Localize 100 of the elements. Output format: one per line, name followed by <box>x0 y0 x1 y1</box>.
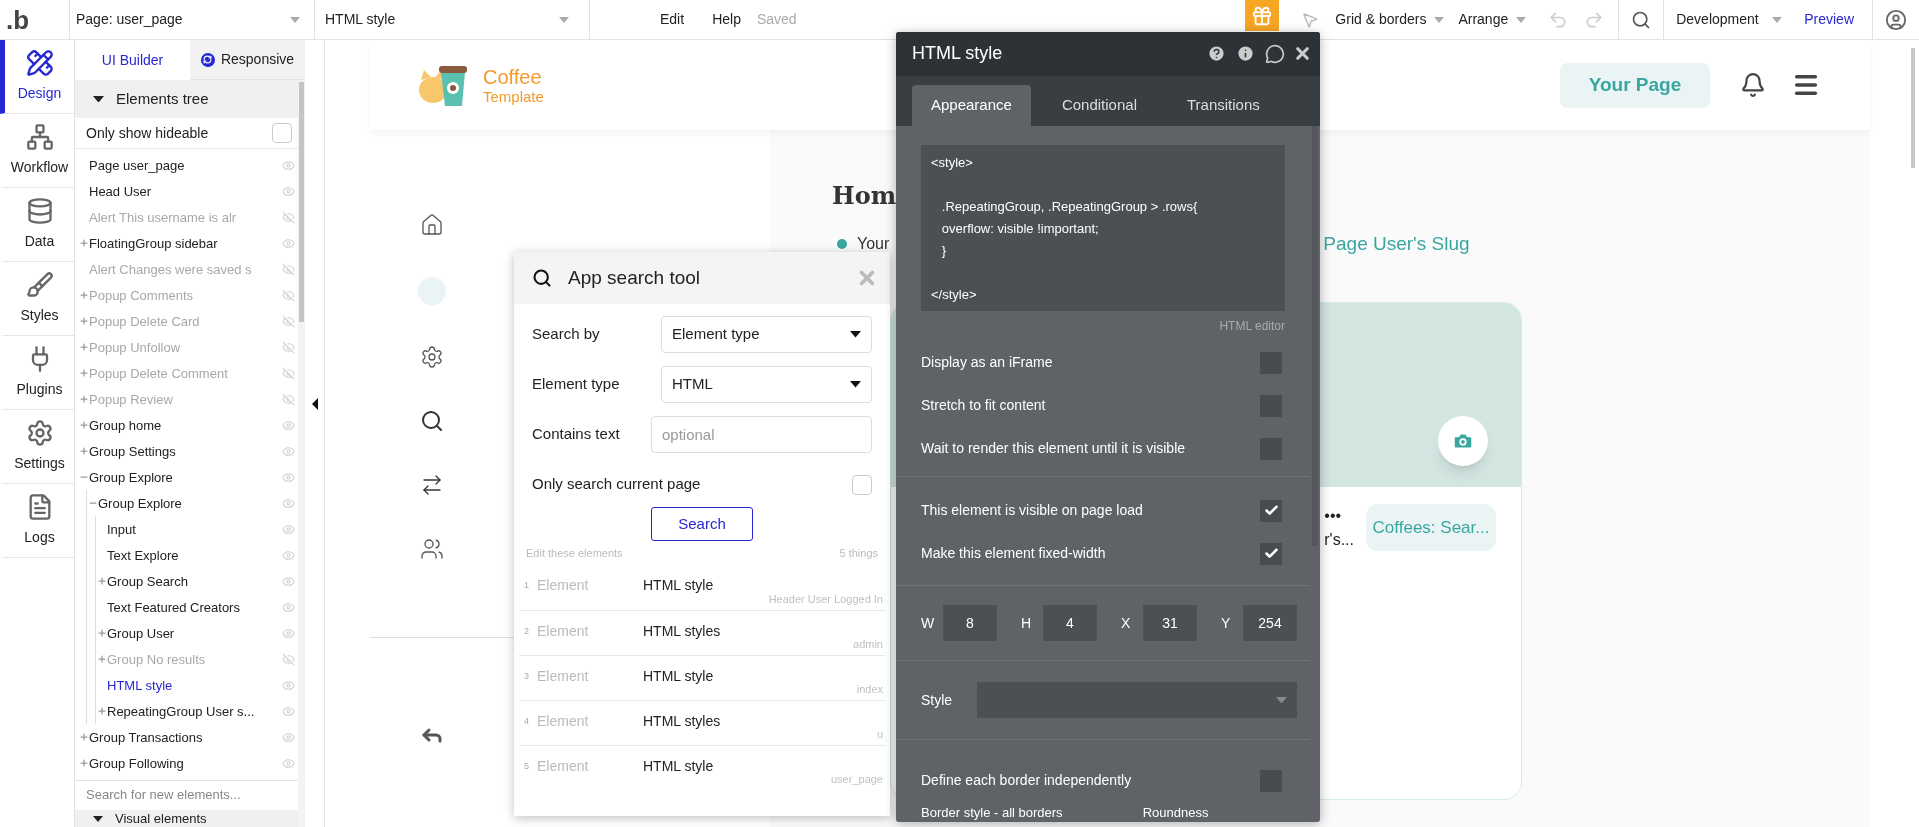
bell-icon[interactable] <box>1740 72 1766 98</box>
tree-item[interactable]: Group User <box>107 623 175 644</box>
result-row[interactable]: 1 Element HTML style Header User Logged In <box>519 565 885 610</box>
eye-icon[interactable] <box>282 574 295 588</box>
tree-item[interactable]: Group home <box>89 415 162 436</box>
eye-icon[interactable] <box>282 496 295 510</box>
redo-icon[interactable] <box>1584 9 1605 30</box>
tree-item[interactable]: Group Explore <box>89 467 173 488</box>
eye-icon[interactable] <box>282 444 295 458</box>
menu-item[interactable]: Help <box>712 9 741 30</box>
hidden-eye-icon[interactable] <box>282 210 295 224</box>
eye-icon[interactable] <box>282 548 295 562</box>
tree-item[interactable]: Head User <box>89 181 152 202</box>
gear-icon[interactable] <box>420 345 444 369</box>
expand-icon[interactable] <box>78 290 89 301</box>
expand-icon[interactable] <box>78 758 89 769</box>
checkbox[interactable] <box>852 474 872 495</box>
tree-item[interactable]: HTML style <box>107 675 173 696</box>
search-button[interactable]: Search <box>651 507 753 541</box>
tree-item[interactable]: Group Transactions <box>89 727 203 748</box>
eye-icon[interactable] <box>282 678 295 692</box>
expand-icon[interactable] <box>96 706 107 717</box>
eye-icon[interactable] <box>282 704 295 718</box>
expand-icon[interactable] <box>96 628 107 639</box>
sidebar-tab[interactable]: Workflow <box>0 114 74 188</box>
expand-icon[interactable] <box>78 394 89 405</box>
style-dropdown[interactable] <box>977 682 1297 718</box>
tree-item[interactable]: Text Explore <box>107 545 179 566</box>
hidden-eye-icon[interactable] <box>282 392 295 406</box>
version-selector[interactable]: Development <box>1664 9 1795 30</box>
dimension-field[interactable]: 8 <box>943 605 997 641</box>
scrollbar[interactable] <box>299 82 304 322</box>
user-icon[interactable] <box>1885 8 1907 31</box>
dimension-field[interactable]: 4 <box>1043 605 1097 641</box>
result-row[interactable]: 2 Element HTML styles admin <box>519 610 885 655</box>
info-icon[interactable] <box>1236 44 1255 64</box>
expand-icon[interactable] <box>96 576 107 587</box>
eye-icon[interactable] <box>282 522 295 536</box>
expand-icon[interactable] <box>78 342 89 353</box>
tree-item[interactable]: Page user_page <box>89 155 185 176</box>
expand-icon[interactable] <box>78 368 89 379</box>
scrollbar[interactable] <box>1911 48 1915 168</box>
eye-icon[interactable] <box>282 600 295 614</box>
html-code-editor[interactable]: <style> .RepeatingGroup, .RepeatingGroup > .rows{ overflow: visible !important; } </style> <box>921 145 1285 311</box>
expand-icon[interactable] <box>78 316 89 327</box>
eye-icon[interactable] <box>282 756 295 770</box>
checkbox[interactable] <box>1260 542 1282 565</box>
eye-icon[interactable] <box>282 158 295 172</box>
tree-item[interactable]: Group Settings <box>89 441 176 462</box>
text-input[interactable]: optional <box>651 416 872 453</box>
tree-item[interactable]: Group Explore <box>98 493 182 514</box>
help-icon[interactable] <box>1207 44 1226 64</box>
sidebar-tab[interactable]: Styles <box>0 262 74 336</box>
tree-item[interactable]: RepeatingGroup User s... <box>107 701 255 722</box>
hidden-eye-icon[interactable] <box>282 262 295 276</box>
result-row[interactable]: 5 Element HTML style user_page <box>519 745 885 790</box>
cursor-icon[interactable] <box>1301 10 1320 29</box>
section-header[interactable]: Elements tree <box>75 80 298 118</box>
page-selector[interactable]: Page: user_page <box>70 0 315 39</box>
result-row[interactable]: 3 Element HTML style index <box>519 655 885 700</box>
sidebar-tab[interactable]: Plugins <box>0 336 74 410</box>
sidebar-tab[interactable]: Logs <box>0 484 74 558</box>
arrange-menu[interactable]: Arrange <box>1458 9 1527 30</box>
collapse-arrow-icon[interactable] <box>311 397 318 410</box>
tree-item[interactable]: Group Search <box>107 571 188 592</box>
expand-icon[interactable] <box>78 446 89 457</box>
sidebar-tab[interactable]: Settings <box>0 410 74 484</box>
hidden-eye-icon[interactable] <box>282 340 295 354</box>
expand-icon[interactable] <box>78 238 89 249</box>
expand-icon[interactable] <box>96 654 107 665</box>
tree-item[interactable]: Text Featured Creators <box>107 597 240 618</box>
grid-menu[interactable]: Grid & borders <box>1335 9 1445 30</box>
section-header[interactable]: Visual elements <box>75 810 298 827</box>
hidden-eye-icon[interactable] <box>282 366 295 380</box>
dropdown[interactable]: Element type <box>661 316 872 353</box>
home-icon[interactable] <box>420 213 444 237</box>
panel-tab[interactable]: Conditional <box>1042 85 1156 126</box>
search-icon[interactable] <box>420 409 444 433</box>
dimension-field[interactable]: 31 <box>1143 605 1197 641</box>
menu-item[interactable]: Edit <box>660 9 685 30</box>
tree-item[interactable]: Group Following <box>89 753 184 774</box>
tree-item[interactable]: FloatingGroup sidebar <box>89 233 218 254</box>
checkbox[interactable] <box>272 123 292 143</box>
hidden-eye-icon[interactable] <box>282 288 295 302</box>
panel-tab[interactable]: Appearance <box>912 85 1031 126</box>
expand-icon[interactable] <box>78 732 89 743</box>
eye-icon[interactable] <box>282 730 295 744</box>
comment-icon[interactable] <box>1265 43 1285 64</box>
gift-button[interactable] <box>1245 0 1280 31</box>
eye-icon[interactable] <box>282 626 295 640</box>
eye-icon[interactable] <box>282 470 295 484</box>
sidebar-tab[interactable]: Data <box>0 188 74 262</box>
eye-icon[interactable] <box>282 184 295 198</box>
element-selector[interactable]: HTML style <box>315 0 590 39</box>
dropdown[interactable]: HTML <box>661 366 872 403</box>
hidden-eye-icon[interactable] <box>282 314 295 328</box>
eye-icon[interactable] <box>282 418 295 432</box>
expand-icon[interactable] <box>78 420 89 431</box>
search-icon[interactable] <box>1631 9 1652 30</box>
scrollbar[interactable] <box>1312 126 1318 546</box>
